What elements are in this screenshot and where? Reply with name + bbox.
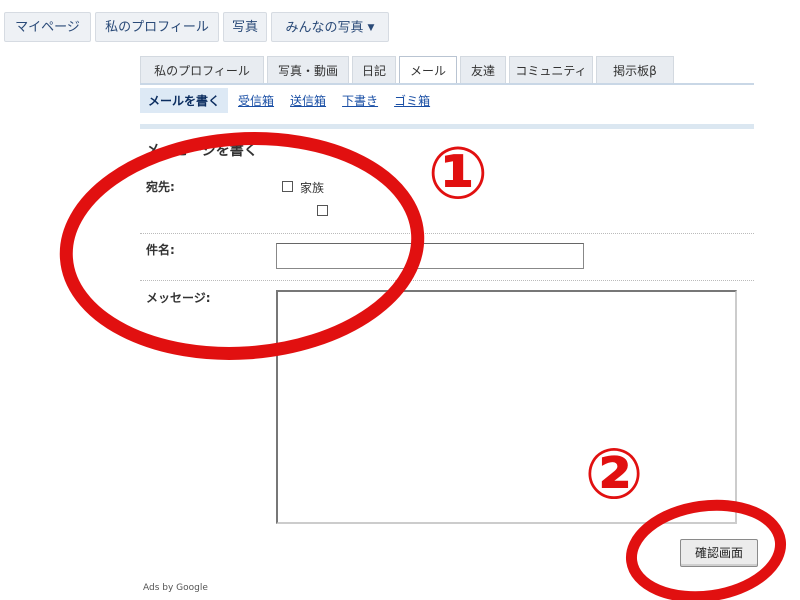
recipient-family-checkbox[interactable] — [282, 181, 293, 192]
tab-community[interactable]: コミュニティ — [509, 56, 593, 84]
compose-title: メッセージを書く — [146, 143, 258, 159]
section-divider — [140, 124, 754, 129]
subtab-trash[interactable]: ゴミ箱 — [394, 92, 430, 109]
top-nav: マイページ 私のプロフィール 写真 みんなの写真 ▼ — [4, 12, 389, 44]
tab-underline — [140, 83, 754, 85]
section-tabs: 私のプロフィール 写真・動画 日記 メール 友達 コミュニティ 掲示板β — [140, 56, 674, 84]
tab-photos-videos[interactable]: 写真・動画 — [267, 56, 349, 84]
tab-bulletin-board[interactable]: 掲示板β — [596, 56, 674, 84]
tab-diary[interactable]: 日記 — [352, 56, 396, 84]
nav-photos[interactable]: 写真 — [223, 12, 267, 42]
chevron-down-icon: ▼ — [367, 23, 375, 33]
form-divider — [140, 280, 754, 281]
tab-mail[interactable]: メール — [399, 56, 457, 84]
nav-everyone-photos-dropdown[interactable]: みんなの写真 ▼ — [271, 12, 389, 42]
subject-input[interactable] — [276, 243, 584, 269]
annotation-marker-1: ① — [428, 131, 489, 215]
form-divider — [140, 233, 754, 234]
tab-friends[interactable]: 友達 — [460, 56, 506, 84]
message-label: メッセージ: — [146, 291, 211, 305]
subject-label: 件名: — [146, 243, 175, 257]
tab-profile[interactable]: 私のプロフィール — [140, 56, 264, 84]
recipient-extra-checkbox[interactable] — [317, 205, 328, 216]
subtab-sent[interactable]: 送信箱 — [290, 92, 326, 109]
mail-subnav: メールを書く 受信箱 送信箱 下書き ゴミ箱 — [140, 87, 446, 113]
recipient-family-label: 家族 — [300, 181, 325, 195]
message-textarea[interactable] — [276, 290, 737, 524]
nav-everyone-photos-label: みんなの写真 — [285, 20, 364, 36]
nav-my-page[interactable]: マイページ — [4, 12, 91, 42]
recipient-label: 宛先: — [146, 180, 175, 194]
confirm-button[interactable]: 確認画面 — [680, 539, 758, 567]
ads-by-google: Ads by Google — [143, 583, 208, 593]
subtab-compose[interactable]: メールを書く — [140, 87, 229, 113]
nav-my-profile[interactable]: 私のプロフィール — [95, 12, 219, 42]
subtab-drafts[interactable]: 下書き — [342, 92, 378, 109]
subtab-inbox[interactable]: 受信箱 — [238, 92, 274, 109]
